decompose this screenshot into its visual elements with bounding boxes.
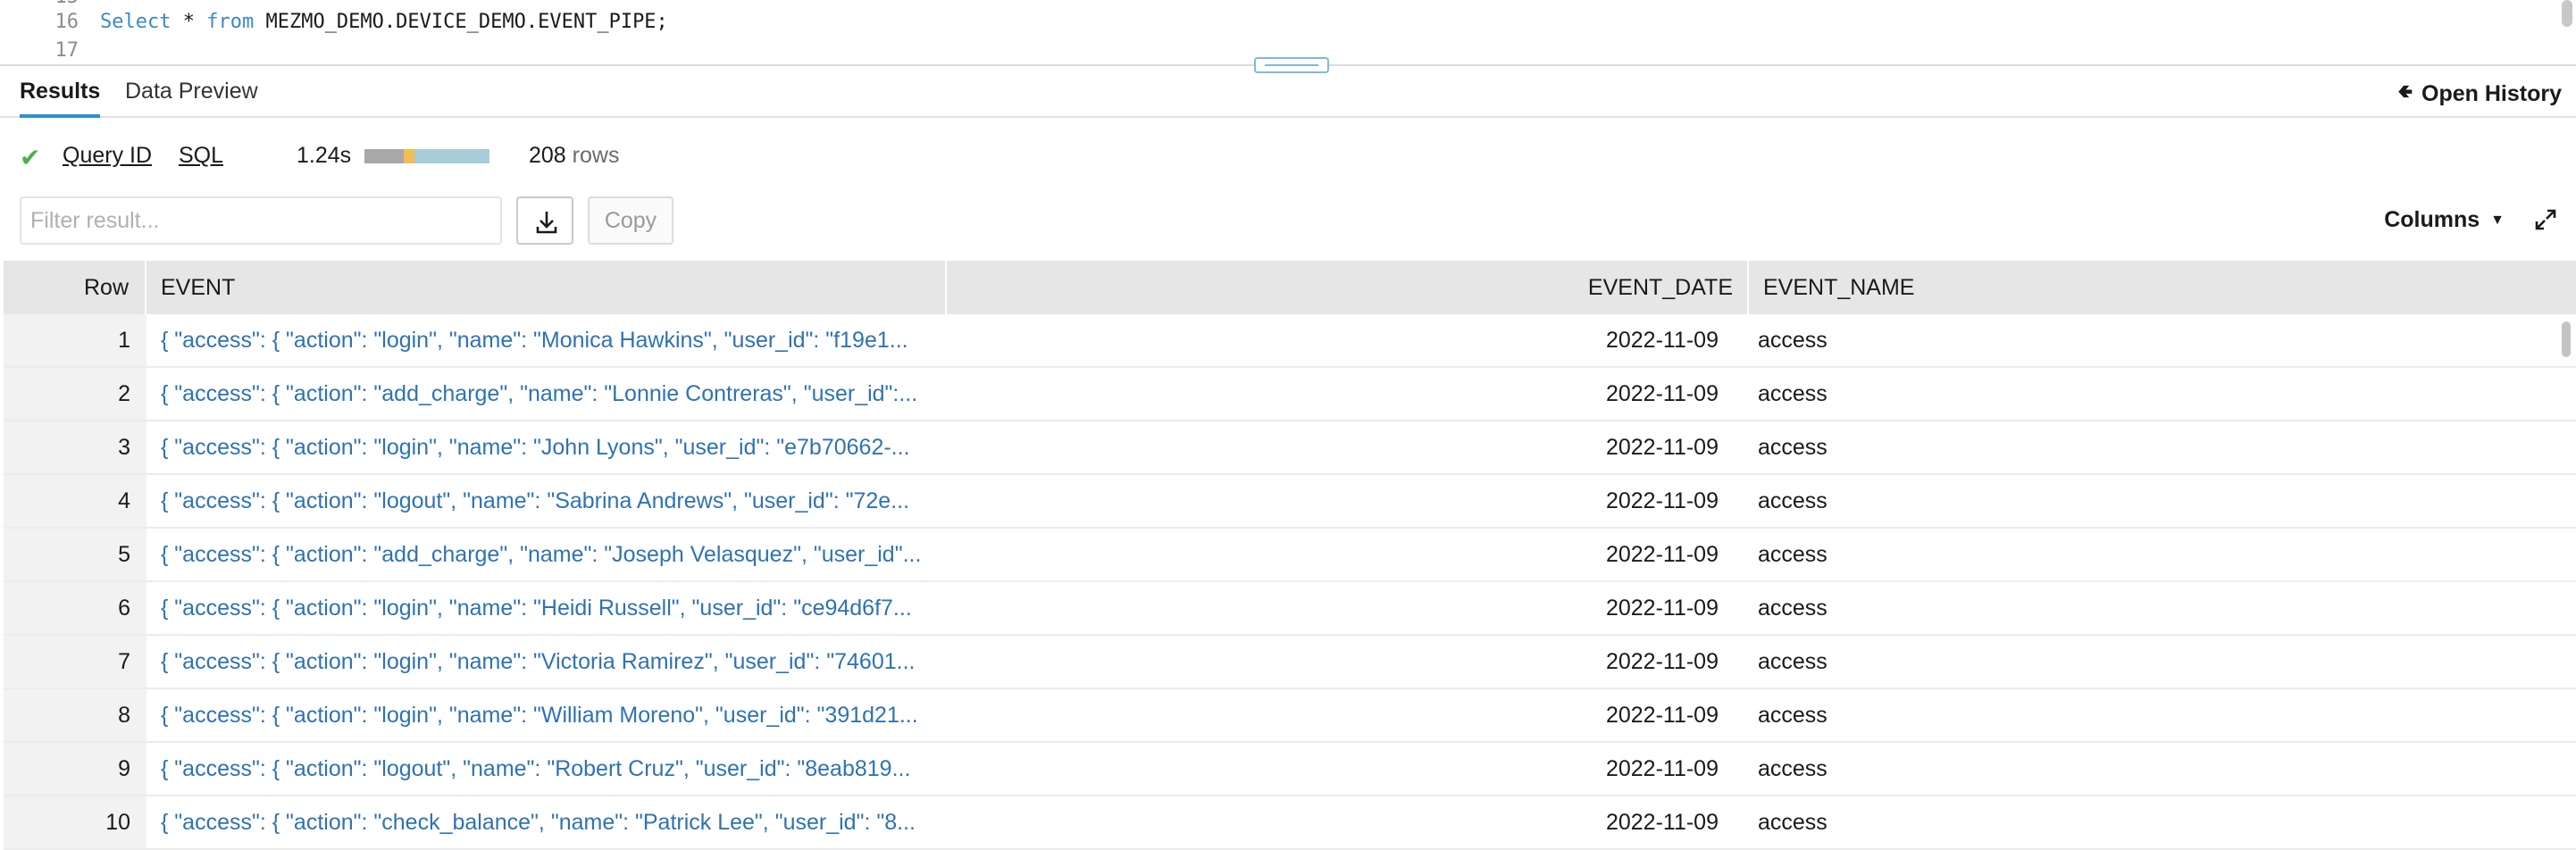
editor-scrollbar[interactable]: [2562, 0, 2572, 27]
query-duration: 1.24s: [297, 143, 352, 168]
event-cell[interactable]: { "access": { "action": "logout", "name"…: [161, 475, 947, 527]
line-number: 15: [55, 0, 79, 8]
event-name-cell: access: [1758, 488, 1827, 513]
table-row[interactable]: 6 { "access": { "action": "login", "name…: [4, 582, 2576, 636]
caret-down-icon: ▼: [2490, 212, 2505, 228]
event-date-cell: 2022-11-09: [1605, 810, 1719, 835]
column-header-row[interactable]: Row: [4, 261, 146, 314]
table-row[interactable]: 1 { "access": { "action": "login", "name…: [4, 314, 2576, 368]
columns-label: Columns: [2384, 207, 2480, 232]
event-date-cell: 2022-11-09: [1605, 435, 1719, 460]
tab-results[interactable]: Results: [20, 79, 101, 118]
row-number: 7: [4, 636, 146, 688]
download-button[interactable]: [516, 196, 573, 245]
row-number: 1: [4, 314, 146, 366]
query-id-link[interactable]: Query ID: [63, 143, 152, 169]
event-cell[interactable]: { "access": { "action": "login", "name":…: [161, 421, 947, 473]
event-cell[interactable]: { "access": { "action": "logout", "name"…: [161, 743, 947, 795]
table-row[interactable]: 5 { "access": { "action": "add_charge", …: [4, 529, 2576, 582]
query-info: ✔ Query ID SQL 1.24s 208 rows: [0, 134, 2576, 180]
row-number: 10: [4, 796, 146, 848]
event-date-cell: 2022-11-09: [1605, 381, 1719, 406]
row-count: 208 rows: [529, 143, 619, 169]
line-number: 16: [54, 11, 79, 33]
sql-keyword: from: [206, 11, 255, 33]
row-count-value: 208: [529, 143, 566, 168]
table-row[interactable]: 10 { "access": { "action": "check_balanc…: [4, 796, 2576, 850]
column-header-event[interactable]: EVENT: [146, 261, 947, 314]
row-number: 9: [4, 743, 146, 795]
event-date-cell: 2022-11-09: [1605, 756, 1719, 781]
results-grid: Row EVENT EVENT_DATE EVENT_NAME 1 { "acc…: [4, 261, 2576, 850]
event-name-cell: access: [1758, 649, 1827, 674]
sql-keyword: Select: [100, 11, 171, 33]
event-date-cell: 2022-11-09: [1605, 542, 1719, 567]
sql-text: *: [171, 11, 207, 33]
copy-button[interactable]: Copy: [588, 196, 673, 245]
event-name-cell: access: [1758, 328, 1827, 353]
rows-unit: rows: [572, 143, 620, 168]
event-date-cell: 2022-11-09: [1605, 328, 1719, 353]
timing-segment: [404, 149, 414, 163]
open-history-label: Open History: [2421, 80, 2562, 106]
expand-icon: [2535, 209, 2556, 230]
arrow-left-icon: 🢀: [2397, 82, 2413, 102]
timing-segment: [364, 149, 404, 163]
event-date-cell: 2022-11-09: [1605, 649, 1719, 674]
open-history-button[interactable]: 🢀 Open History: [2398, 79, 2562, 109]
event-cell[interactable]: { "access": { "action": "login", "name":…: [161, 689, 947, 741]
row-number: 5: [4, 529, 146, 580]
download-icon: [536, 212, 557, 234]
filter-result-input[interactable]: [20, 196, 502, 245]
event-cell[interactable]: { "access": { "action": "add_charge", "n…: [161, 529, 947, 580]
line-number-gutter: 15 16 17: [0, 0, 89, 64]
row-number: 3: [4, 421, 146, 473]
column-header-event-name[interactable]: EVENT_NAME: [1749, 261, 2576, 314]
success-check-icon: ✔: [20, 144, 41, 171]
row-number: 8: [4, 689, 146, 741]
table-row[interactable]: 4 { "access": { "action": "logout", "nam…: [4, 475, 2576, 529]
line-number: 17: [54, 39, 79, 62]
event-name-cell: access: [1758, 542, 1827, 567]
event-cell[interactable]: { "access": { "action": "add_charge", "n…: [161, 368, 947, 420]
timing-segment: [414, 149, 489, 163]
table-header: Row EVENT EVENT_DATE EVENT_NAME: [4, 261, 2576, 314]
table-row[interactable]: 3 { "access": { "action": "login", "name…: [4, 421, 2576, 475]
event-name-cell: access: [1758, 381, 1827, 406]
table-row[interactable]: 9 { "access": { "action": "logout", "nam…: [4, 743, 2576, 796]
results-tabs: Results Data Preview 🢀 Open History: [0, 68, 2576, 118]
sql-link[interactable]: SQL: [179, 143, 223, 169]
grid-scrollbar[interactable]: [2562, 321, 2571, 357]
tab-data-preview[interactable]: Data Preview: [125, 79, 258, 118]
code-line[interactable]: Select * from MEZMO_DEMO.DEVICE_DEMO.EVE…: [100, 11, 668, 33]
event-cell[interactable]: { "access": { "action": "check_balance",…: [161, 796, 947, 848]
row-number: 2: [4, 368, 146, 420]
event-date-cell: 2022-11-09: [1605, 488, 1719, 513]
expand-button[interactable]: [2533, 207, 2558, 232]
row-number: 6: [4, 582, 146, 634]
event-name-cell: access: [1758, 756, 1827, 781]
row-number: 4: [4, 475, 146, 527]
columns-dropdown[interactable]: Columns ▼: [2384, 207, 2505, 233]
event-name-cell: access: [1758, 703, 1827, 728]
event-cell[interactable]: { "access": { "action": "login", "name":…: [161, 314, 947, 366]
event-name-cell: access: [1758, 435, 1827, 460]
column-header-event-date[interactable]: EVENT_DATE: [947, 261, 1749, 314]
event-cell[interactable]: { "access": { "action": "login", "name":…: [161, 582, 947, 634]
event-cell[interactable]: { "access": { "action": "login", "name":…: [161, 636, 947, 688]
event-date-cell: 2022-11-09: [1605, 703, 1719, 728]
results-toolbar: Copy Columns ▼: [0, 195, 2576, 248]
event-date-cell: 2022-11-09: [1605, 596, 1719, 621]
table-row[interactable]: 2 { "access": { "action": "add_charge", …: [4, 368, 2576, 421]
event-name-cell: access: [1758, 810, 1827, 835]
event-name-cell: access: [1758, 596, 1827, 621]
table-row[interactable]: 8 { "access": { "action": "login", "name…: [4, 689, 2576, 743]
sql-text: MEZMO_DEMO.DEVICE_DEMO.EVENT_PIPE;: [254, 11, 668, 33]
sql-editor[interactable]: 15 16 17 Select * from MEZMO_DEMO.DEVICE…: [0, 0, 2576, 66]
table-row[interactable]: 7 { "access": { "action": "login", "name…: [4, 636, 2576, 689]
query-timing-bar[interactable]: [364, 149, 489, 163]
